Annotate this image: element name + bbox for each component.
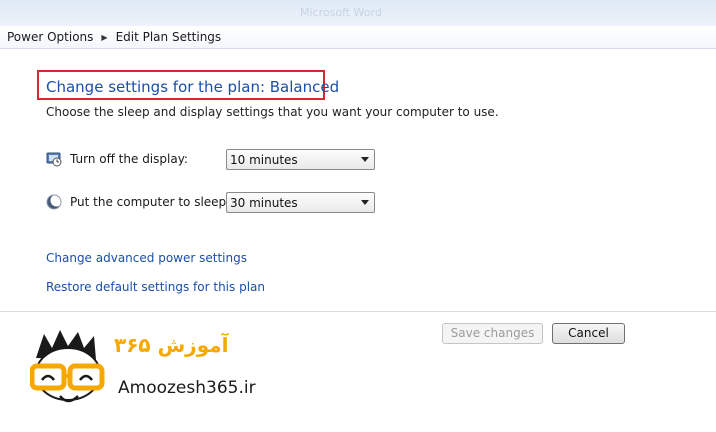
monitor-clock-icon	[46, 152, 62, 167]
display-timeout-value: 10 minutes	[230, 153, 298, 167]
display-timeout-label: Turn off the display:	[70, 152, 188, 166]
brand-persian-text: آموزش ۳۶۵	[114, 333, 229, 357]
breadcrumb: Power Options ▶ Edit Plan Settings	[0, 26, 716, 49]
titlebar-ghost-text: Microsoft Word	[300, 6, 382, 19]
sleep-timeout-value: 30 minutes	[230, 196, 298, 210]
breadcrumb-arrow-icon[interactable]: ▶	[101, 33, 107, 42]
change-advanced-power-settings-link[interactable]: Change advanced power settings	[46, 251, 247, 265]
save-changes-button[interactable]: Save changes	[442, 323, 543, 344]
restore-default-settings-link[interactable]: Restore default settings for this plan	[46, 280, 265, 294]
footer-divider	[0, 311, 716, 312]
chevron-down-icon	[361, 157, 369, 162]
moon-sleep-icon	[46, 194, 62, 210]
display-timeout-select[interactable]: 10 minutes	[226, 149, 375, 170]
breadcrumb-power-options[interactable]: Power Options	[7, 30, 93, 44]
breadcrumb-edit-plan-settings[interactable]: Edit Plan Settings	[116, 30, 222, 44]
chevron-down-icon	[361, 200, 369, 205]
page-subtitle: Choose the sleep and display settings th…	[46, 105, 499, 119]
brand-site-text: Amoozesh365.ir	[118, 378, 256, 398]
sleep-timeout-select[interactable]: 30 minutes	[226, 192, 375, 213]
amoozesh-mascot-logo-icon	[30, 330, 105, 403]
sleep-timeout-label: Put the computer to sleep:	[70, 195, 231, 209]
window-titlebar: Microsoft Word	[0, 0, 716, 26]
cancel-button[interactable]: Cancel	[552, 323, 625, 344]
page-title: Change settings for the plan: Balanced	[46, 78, 340, 96]
